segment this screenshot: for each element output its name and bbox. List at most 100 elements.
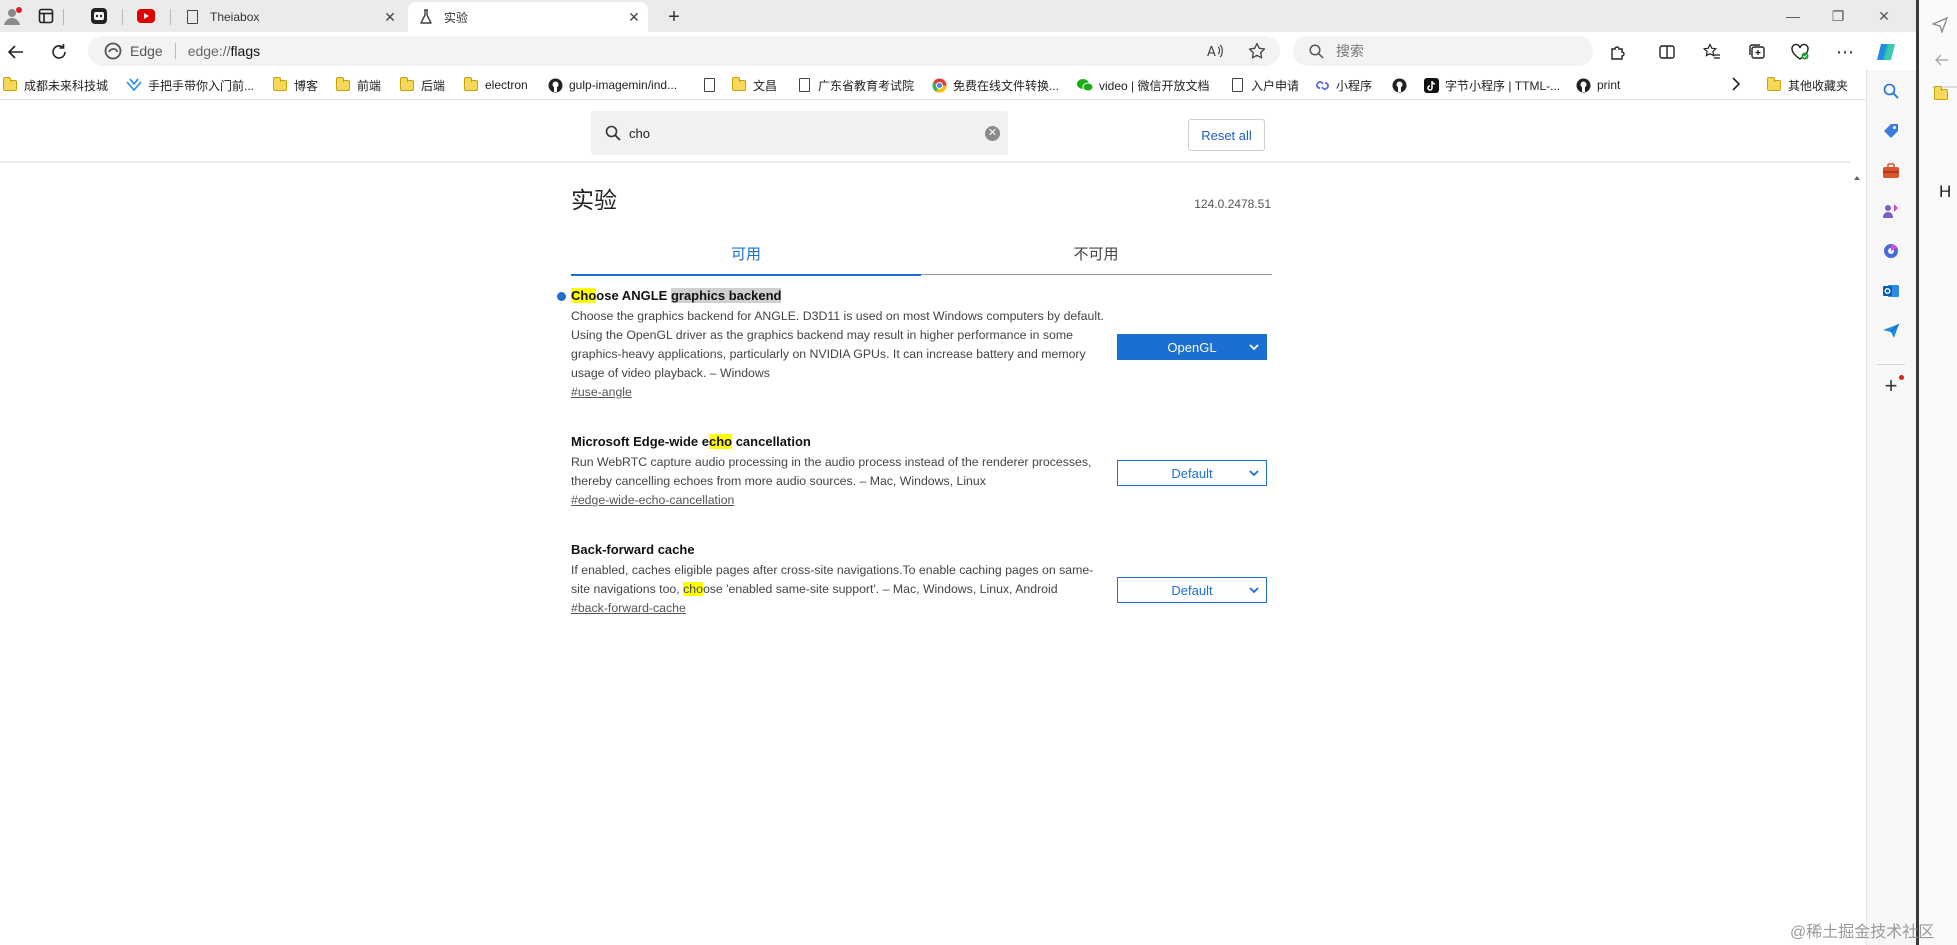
bookmark-item[interactable]: 前端 [335,76,381,94]
close-tab-icon[interactable]: ✕ [380,7,400,27]
refresh-icon [52,44,66,59]
edge-sidebar: + [1866,70,1916,945]
pinned-tab-app-icon[interactable] [90,7,108,25]
pinned-tab-youtube-icon[interactable] [137,9,155,23]
more-menu-button[interactable]: ⋯ [1832,39,1858,65]
github-icon [1391,77,1407,93]
search-box[interactable]: 搜索 [1293,36,1593,66]
read-aloud-icon[interactable]: A [1204,40,1226,62]
bookmark-item[interactable]: 后端 [399,76,445,94]
bookmark-item[interactable]: 博客 [272,76,318,94]
close-window-button[interactable]: ✕ [1866,5,1902,27]
flags-tabs: 可用 不可用 [571,231,1272,276]
sidebar-shopping-icon[interactable] [1880,120,1902,142]
page-title: 实验 [571,187,617,213]
tiktok-icon [1423,77,1439,93]
minimize-button[interactable]: — [1775,5,1811,27]
document-icon [184,9,200,25]
chevron-right-icon [1731,76,1741,94]
sidebar-add-icon[interactable]: + [1880,373,1904,398]
send-arrow-icon [1932,17,1948,33]
clear-search-icon[interactable]: ✕ [985,126,1000,141]
bookmark-item[interactable]: 小程序 [1314,76,1372,94]
bookmark-item[interactable]: 广东省教育考试院 [796,76,914,94]
experiment-select[interactable]: Default [1117,577,1267,603]
adjacent-window-text: H [1939,182,1952,201]
favorite-star-icon[interactable] [1246,40,1268,62]
sidebar-send-icon[interactable] [1880,320,1902,342]
experiment-permalink[interactable]: #edge-wide-echo-cancellation [571,493,734,507]
flag-search-input[interactable] [629,125,969,141]
folder-icon [731,76,747,93]
search-icon [1309,43,1324,59]
collections-button[interactable] [1744,39,1770,65]
experiment-select[interactable]: OpenGL [1117,334,1267,360]
adjacent-window: H [1916,0,1957,945]
folder-icon [2,76,18,93]
favorites-list-icon [1703,43,1720,59]
experiment-permalink[interactable]: #use-angle [571,385,632,399]
new-tab-button[interactable]: + [660,4,688,30]
split-screen-button[interactable] [1654,39,1680,65]
document-icon [796,77,812,93]
tab-flags[interactable]: 实验 ✕ [408,2,648,32]
address-bar[interactable]: Edge edge://flags A [88,36,1280,66]
workspaces-icon[interactable] [38,8,54,24]
experiment-name: Back-forward cache [571,542,695,557]
github-icon [547,77,563,93]
svg-text:A: A [1207,45,1216,60]
other-bookmarks[interactable]: 其他收藏夹 [1766,76,1848,94]
bookmark-item[interactable] [1391,76,1413,94]
sidebar-games-icon[interactable] [1880,200,1902,222]
bookmark-item[interactable] [701,76,723,94]
restore-button[interactable]: ❐ [1820,5,1856,27]
sidebar-tools-icon[interactable] [1880,160,1902,182]
chevron-down-icon [1249,470,1259,477]
extensions-button[interactable] [1605,39,1631,65]
bookmark-item[interactable]: 手把手带你入门前... [126,76,254,94]
tab-strip: Theiabox ✕ 实验 ✕ + — ❐ ✕ [0,0,1916,32]
bookmark-item[interactable]: 入户申请 [1229,76,1299,94]
experiment-echo-cancellation: Microsoft Edge-wide echo cancellation Ru… [571,433,1276,509]
browser-window: Theiabox ✕ 实验 ✕ + — ❐ ✕ Edge edge://flag… [0,0,1957,945]
bookmark-item[interactable]: video | 微信开放文档 [1077,76,1209,94]
document-icon [701,77,717,93]
bookmark-item[interactable]: 免费在线文件转换... [931,76,1059,94]
bookmark-item[interactable]: print [1575,76,1620,94]
sidebar-search-icon[interactable] [1880,80,1902,102]
close-tab-icon[interactable]: ✕ [624,7,644,27]
experiment-select[interactable]: Default [1117,460,1267,486]
folder-icon [272,76,288,93]
back-button[interactable] [3,39,29,65]
browser-essentials-button[interactable] [1787,39,1813,65]
chrome-icon [931,77,947,93]
version-label: 124.0.2478.51 [1194,197,1271,211]
refresh-button[interactable] [46,39,72,65]
flask-icon [418,9,434,25]
sidebar-outlook-icon[interactable] [1880,280,1902,302]
reset-all-button[interactable]: Reset all [1188,119,1265,151]
experiment-description: Run WebRTC capture audio processing in t… [571,455,1092,488]
bookmark-item[interactable]: 字节小程序 | TTML-... [1423,76,1560,94]
tab-unavailable[interactable]: 不可用 [921,231,1271,275]
document-icon [1229,77,1245,93]
copilot-button[interactable] [1873,39,1899,65]
folder-icon [1766,76,1782,93]
profile-avatar[interactable] [3,6,23,26]
bookmarks-overflow-button[interactable] [1731,76,1741,94]
bookmark-item[interactable]: 文昌 [731,76,777,94]
bookmark-item[interactable]: electron [463,76,528,94]
bookmark-item[interactable]: gulp-imagemin/ind... [547,76,677,94]
page-scrollbar[interactable] [1848,101,1866,933]
sidebar-office-icon[interactable] [1880,240,1902,262]
favorites-button[interactable] [1699,39,1725,65]
tab-theiabox[interactable]: Theiabox ✕ [174,2,404,32]
experiment-permalink[interactable]: #back-forward-cache [571,601,686,615]
watermark: @稀土掘金技术社区 [1790,924,1935,941]
bookmark-item[interactable]: 成都未来科技城 [2,76,108,94]
folder-icon [1933,86,1948,100]
folder-icon [463,76,479,93]
tab-title: Theiabox [210,10,260,24]
tab-available[interactable]: 可用 [571,231,921,276]
flag-search-box[interactable]: ✕ [591,111,1008,155]
